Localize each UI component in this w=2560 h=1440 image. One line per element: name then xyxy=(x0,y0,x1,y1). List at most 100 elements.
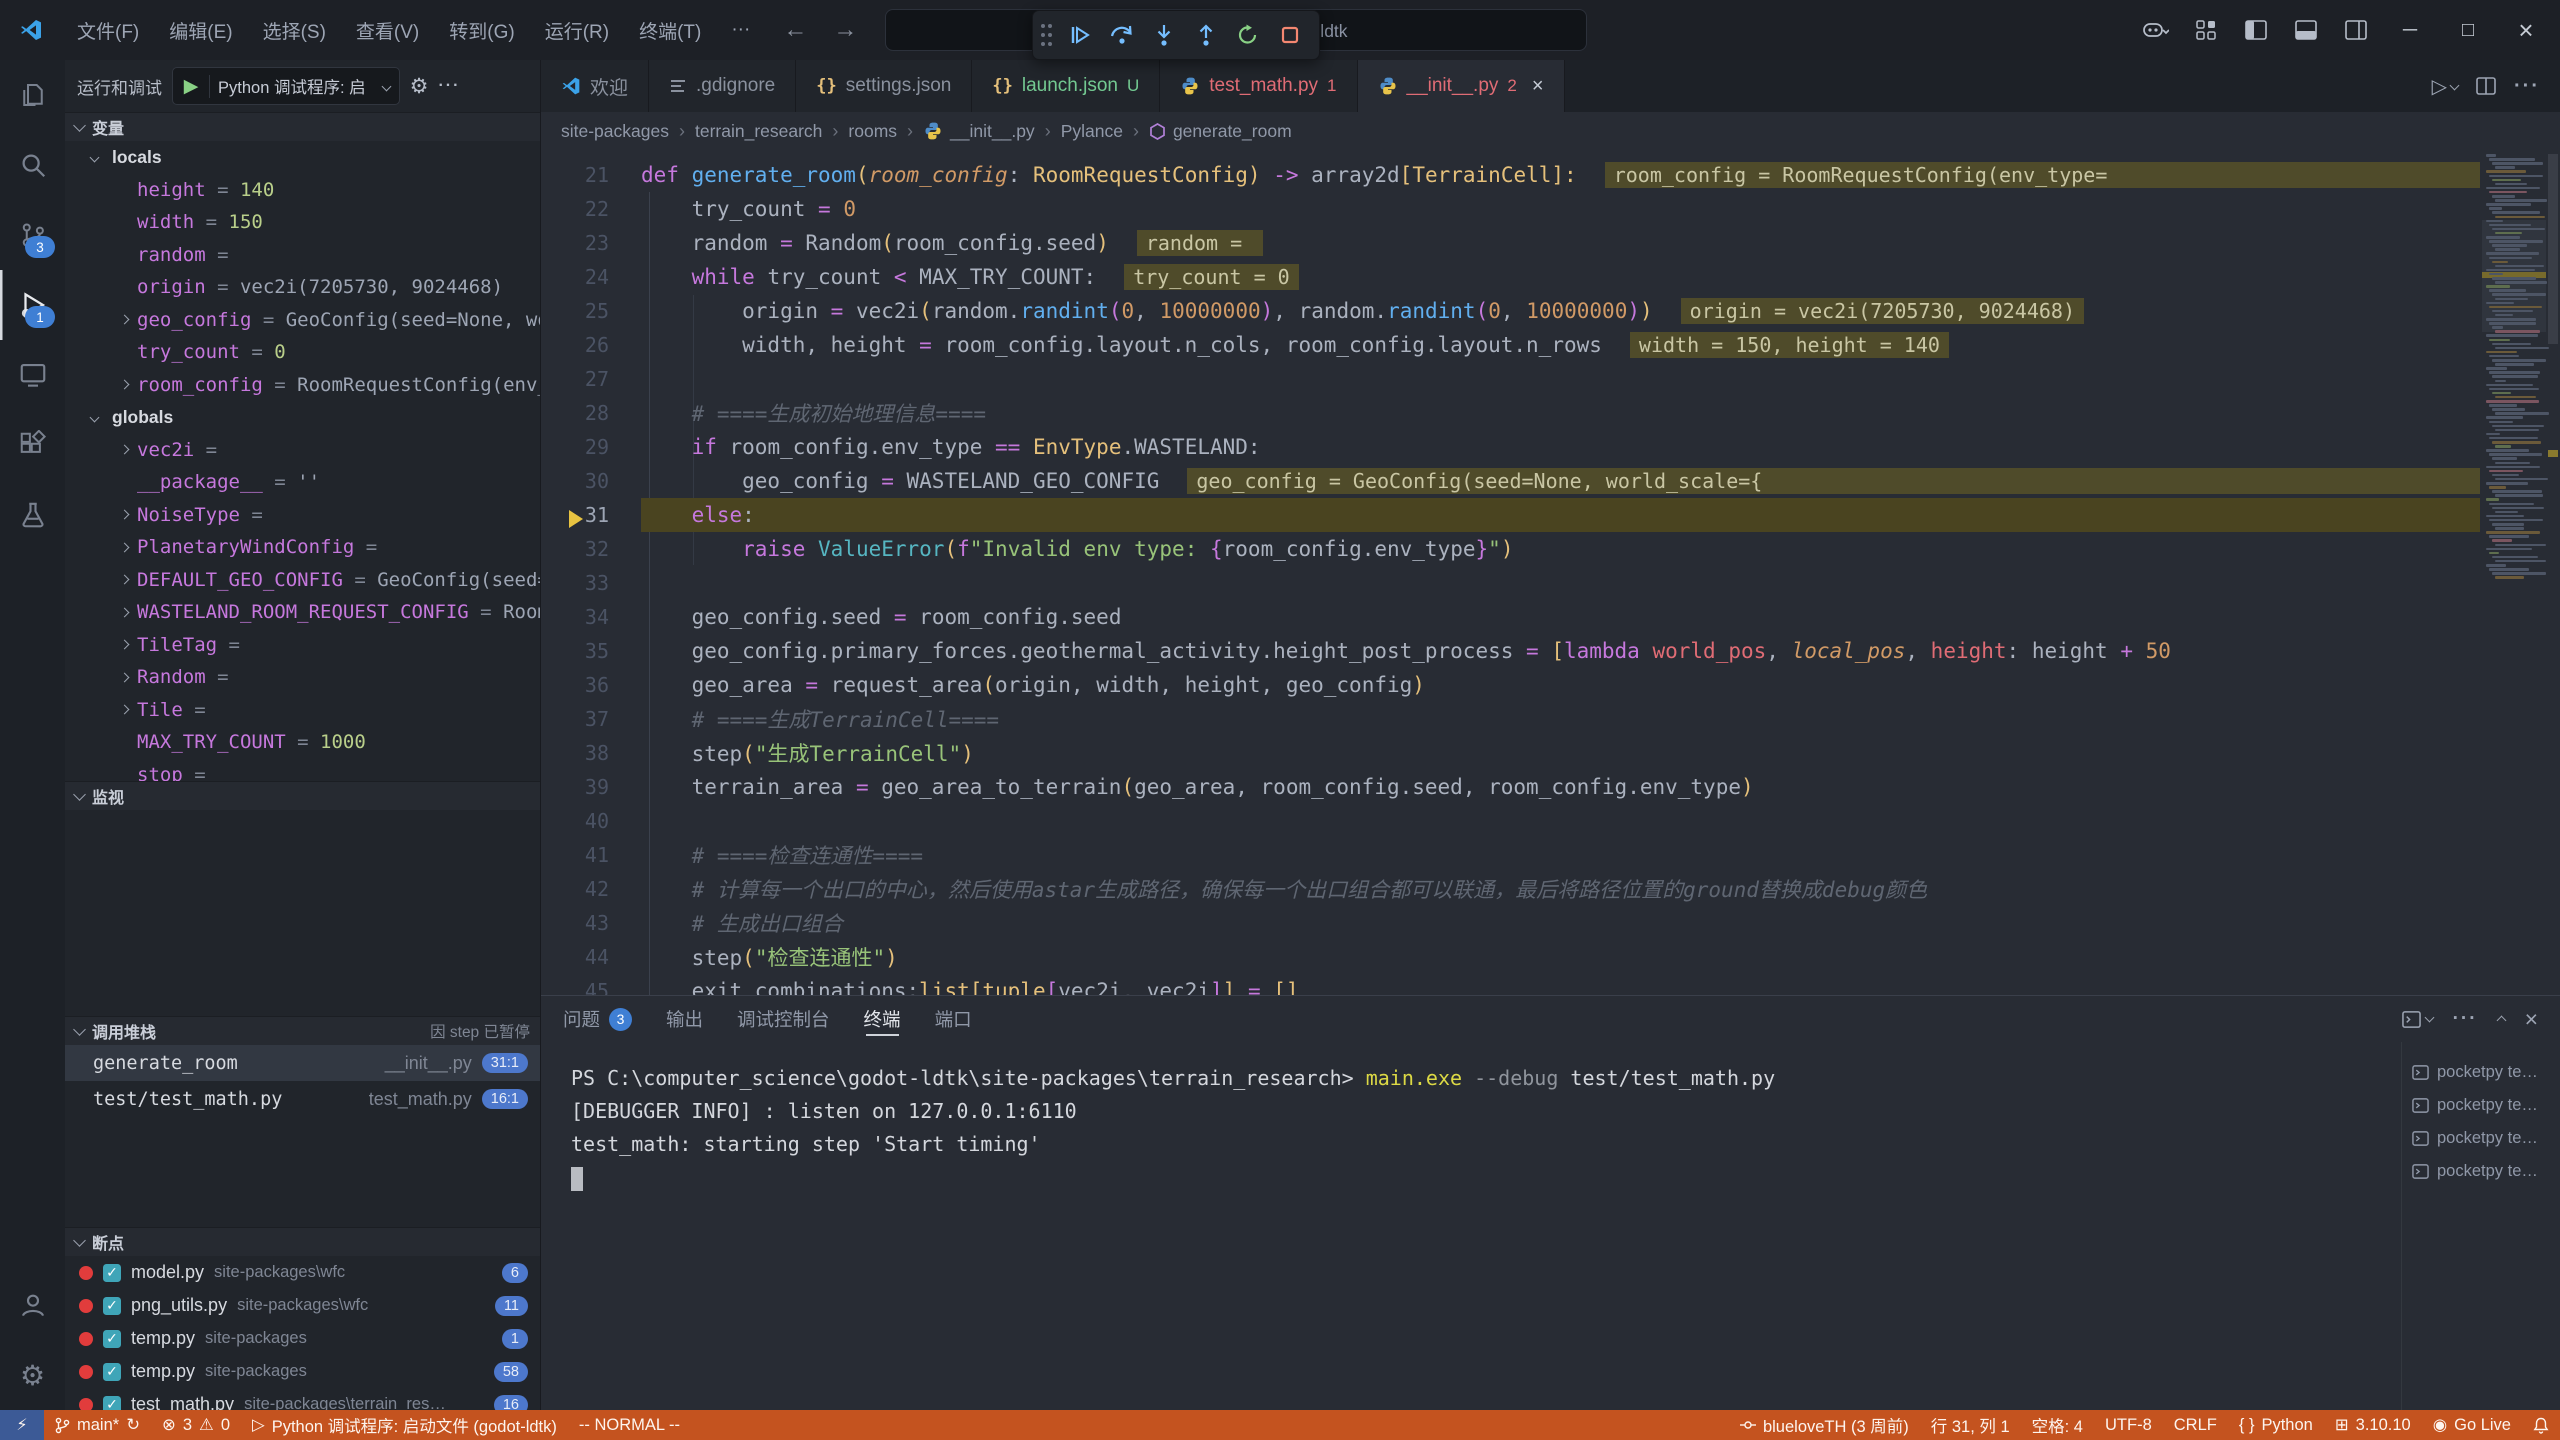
scrollbar-thumb[interactable] xyxy=(2548,154,2558,344)
close-panel-icon[interactable]: × xyxy=(2525,1006,2538,1033)
tab-settings.json[interactable]: {}settings.json xyxy=(796,60,972,112)
variable-row[interactable]: Tile = xyxy=(65,694,540,727)
activity-files-icon[interactable] xyxy=(0,60,65,130)
code-line[interactable]: 24 while try_count < MAX_TRY_COUNT:try_c… xyxy=(541,260,2560,294)
panel-tab-端口[interactable]: 端口 xyxy=(935,996,972,1042)
go-live-status[interactable]: ◉Go Live xyxy=(2422,1410,2522,1440)
breakpoint-row[interactable]: ✓temp.pysite-packages1 xyxy=(65,1322,540,1355)
code-editor[interactable]: 2021def generate_room(room_config: RoomR… xyxy=(541,150,2560,995)
variable-row[interactable]: WASTELAND_ROOM_REQUEST_CONFIG = RoomR… xyxy=(65,596,540,629)
vim-mode-status[interactable]: -- NORMAL -- xyxy=(568,1410,691,1440)
code-line[interactable]: 28 # ====生成初始地理信息==== xyxy=(541,396,2560,430)
code-line[interactable]: 31 else: xyxy=(541,498,2560,532)
activity-testing-icon[interactable] xyxy=(0,480,65,550)
breakpoint-row[interactable]: ✓png_utils.pysite-packages\wfc11 xyxy=(65,1289,540,1322)
variable-row[interactable]: width = 150 xyxy=(65,206,540,239)
variable-row[interactable]: try_count = 0 xyxy=(65,336,540,369)
customize-layout-icon[interactable] xyxy=(2184,10,2228,50)
activity-extensions-icon[interactable] xyxy=(0,410,65,480)
code-line[interactable]: 30 geo_config = WASTELAND_GEO_CONFIGgeo_… xyxy=(541,464,2560,498)
code-line[interactable]: 25 origin = vec2i(random.randint(0, 1000… xyxy=(541,294,2560,328)
scope-locals[interactable]: locals xyxy=(65,141,540,174)
forward-arrow-icon[interactable]: → xyxy=(833,16,857,44)
notifications-bell-icon[interactable] xyxy=(2522,1410,2560,1440)
variable-row[interactable]: PlanetaryWindConfig = xyxy=(65,531,540,564)
terminal-session-item[interactable]: pocketpy te… xyxy=(2402,1089,2560,1122)
breadcrumb-item[interactable]: __init__.py xyxy=(923,121,1035,142)
menu-item-文件F[interactable]: 文件(F) xyxy=(62,11,154,49)
code-line[interactable]: 35 geo_config.primary_forces.geothermal_… xyxy=(541,634,2560,668)
breakpoint-checkbox[interactable]: ✓ xyxy=(103,1363,121,1381)
code-line[interactable]: 23 random = Random(room_config.seed)rand… xyxy=(541,226,2560,260)
more-actions-icon[interactable]: ··· xyxy=(438,77,460,95)
breadcrumb-item[interactable]: site-packages xyxy=(561,121,669,142)
step-over-button[interactable] xyxy=(1103,16,1141,54)
breadcrumb-item[interactable]: rooms xyxy=(848,121,897,142)
variable-row[interactable]: geo_config = GeoConfig(seed=None, wor… xyxy=(65,304,540,337)
eol-status[interactable]: CRLF xyxy=(2163,1410,2228,1440)
code-line[interactable]: 39 terrain_area = geo_area_to_terrain(ge… xyxy=(541,770,2560,804)
tab-__init__.py[interactable]: __init__.py2× xyxy=(1358,60,1565,112)
editor-scrollbar[interactable] xyxy=(2546,150,2560,995)
debug-config-status[interactable]: ▷ Python 调试程序: 启动文件 (godot-ldtk) xyxy=(241,1410,568,1440)
code-line[interactable]: 20 xyxy=(541,150,2560,158)
breakpoint-checkbox[interactable]: ✓ xyxy=(103,1264,121,1282)
terminal-session-item[interactable]: pocketpy te… xyxy=(2402,1056,2560,1089)
scope-globals[interactable]: globals xyxy=(65,401,540,434)
panel-tab-终端[interactable]: 终端 xyxy=(864,996,901,1042)
start-debug-icon[interactable]: ▶ xyxy=(173,75,210,98)
problems-status[interactable]: ⊗3 ⚠0 xyxy=(151,1410,241,1440)
close-button[interactable]: × xyxy=(2500,0,2552,60)
tab-欢迎[interactable]: 欢迎 xyxy=(541,60,649,112)
breakpoint-checkbox[interactable]: ✓ xyxy=(103,1330,121,1348)
watch-section-header[interactable]: 监视 xyxy=(65,781,540,810)
close-tab-icon[interactable]: × xyxy=(1532,75,1544,98)
activity-remote-explorer-icon[interactable] xyxy=(0,340,65,410)
menu-item-···[interactable]: ··· xyxy=(716,11,765,49)
code-line[interactable]: 45 exit_combinations:list[tuple[vec2i, v… xyxy=(541,974,2560,995)
activity-account-icon[interactable] xyxy=(0,1270,65,1340)
variable-row[interactable]: origin = vec2i(7205730, 9024468) xyxy=(65,271,540,304)
code-line[interactable]: 36 geo_area = request_area(origin, width… xyxy=(541,668,2560,702)
split-editor-icon[interactable] xyxy=(2476,76,2496,96)
continue-button[interactable] xyxy=(1061,16,1099,54)
cursor-position[interactable]: 行 31, 列 1 xyxy=(1920,1410,2021,1440)
menu-item-查看V[interactable]: 查看(V) xyxy=(341,11,434,49)
call-stack-frame[interactable]: generate_room__init__.py31:1 xyxy=(65,1045,540,1081)
panel-tab-调试控制台[interactable]: 调试控制台 xyxy=(737,996,830,1042)
language-status[interactable]: { }Python xyxy=(2228,1410,2324,1440)
variable-row[interactable]: DEFAULT_GEO_CONFIG = GeoConfig(seed=1… xyxy=(65,564,540,597)
maximize-button[interactable]: □ xyxy=(2442,0,2494,60)
menu-item-运行R[interactable]: 运行(R) xyxy=(530,11,624,49)
variable-row[interactable]: __package__ = '' xyxy=(65,466,540,499)
tab-launch.json[interactable]: {}launch.jsonU xyxy=(972,60,1160,112)
breadcrumb-item[interactable]: Pylance xyxy=(1061,121,1123,142)
code-line[interactable]: 42 # 计算每一个出口的中心，然后使用astar生成路径，确保每一个出口组合都… xyxy=(541,872,2560,906)
variable-row[interactable]: stop = xyxy=(65,759,540,782)
toggle-secondary-sidebar-icon[interactable] xyxy=(2334,10,2378,50)
minimap[interactable] xyxy=(2482,150,2546,995)
encoding-status[interactable]: UTF-8 xyxy=(2094,1410,2163,1440)
terminal-session-item[interactable]: pocketpy te… xyxy=(2402,1122,2560,1155)
variable-row[interactable]: room_config = RoomRequestConfig(env_t… xyxy=(65,369,540,402)
code-line[interactable]: 41 # ====检查连通性==== xyxy=(541,838,2560,872)
code-line[interactable]: 43 # 生成出口组合 xyxy=(541,906,2560,940)
blame-status[interactable]: blueloveTH (3 周前) xyxy=(1729,1410,1920,1440)
breakpoint-row[interactable]: ✓temp.pysite-packages58 xyxy=(65,1355,540,1388)
code-line[interactable]: 22 try_count = 0 xyxy=(541,192,2560,226)
copilot-icon[interactable] xyxy=(2134,10,2178,50)
menu-item-选择S[interactable]: 选择(S) xyxy=(248,11,341,49)
panel-tab-输出[interactable]: 输出 xyxy=(666,996,703,1042)
more-actions-icon[interactable]: ··· xyxy=(2453,1008,2478,1030)
variable-row[interactable]: TileTag = xyxy=(65,629,540,662)
code-line[interactable]: 44 step("检查连通性") xyxy=(541,940,2560,974)
variables-section-header[interactable]: 变量 xyxy=(65,112,540,141)
activity-settings-gear-icon[interactable]: ⚙ xyxy=(0,1340,65,1410)
restart-button[interactable] xyxy=(1229,16,1267,54)
code-line[interactable]: 21def generate_room(room_config: RoomReq… xyxy=(541,158,2560,192)
toggle-panel-icon[interactable] xyxy=(2284,10,2328,50)
maximize-panel-icon[interactable] xyxy=(2498,1008,2505,1030)
menu-item-编辑E[interactable]: 编辑(E) xyxy=(154,11,247,49)
activity-debug-icon[interactable]: 1 xyxy=(0,270,65,340)
stop-button[interactable] xyxy=(1271,16,1309,54)
